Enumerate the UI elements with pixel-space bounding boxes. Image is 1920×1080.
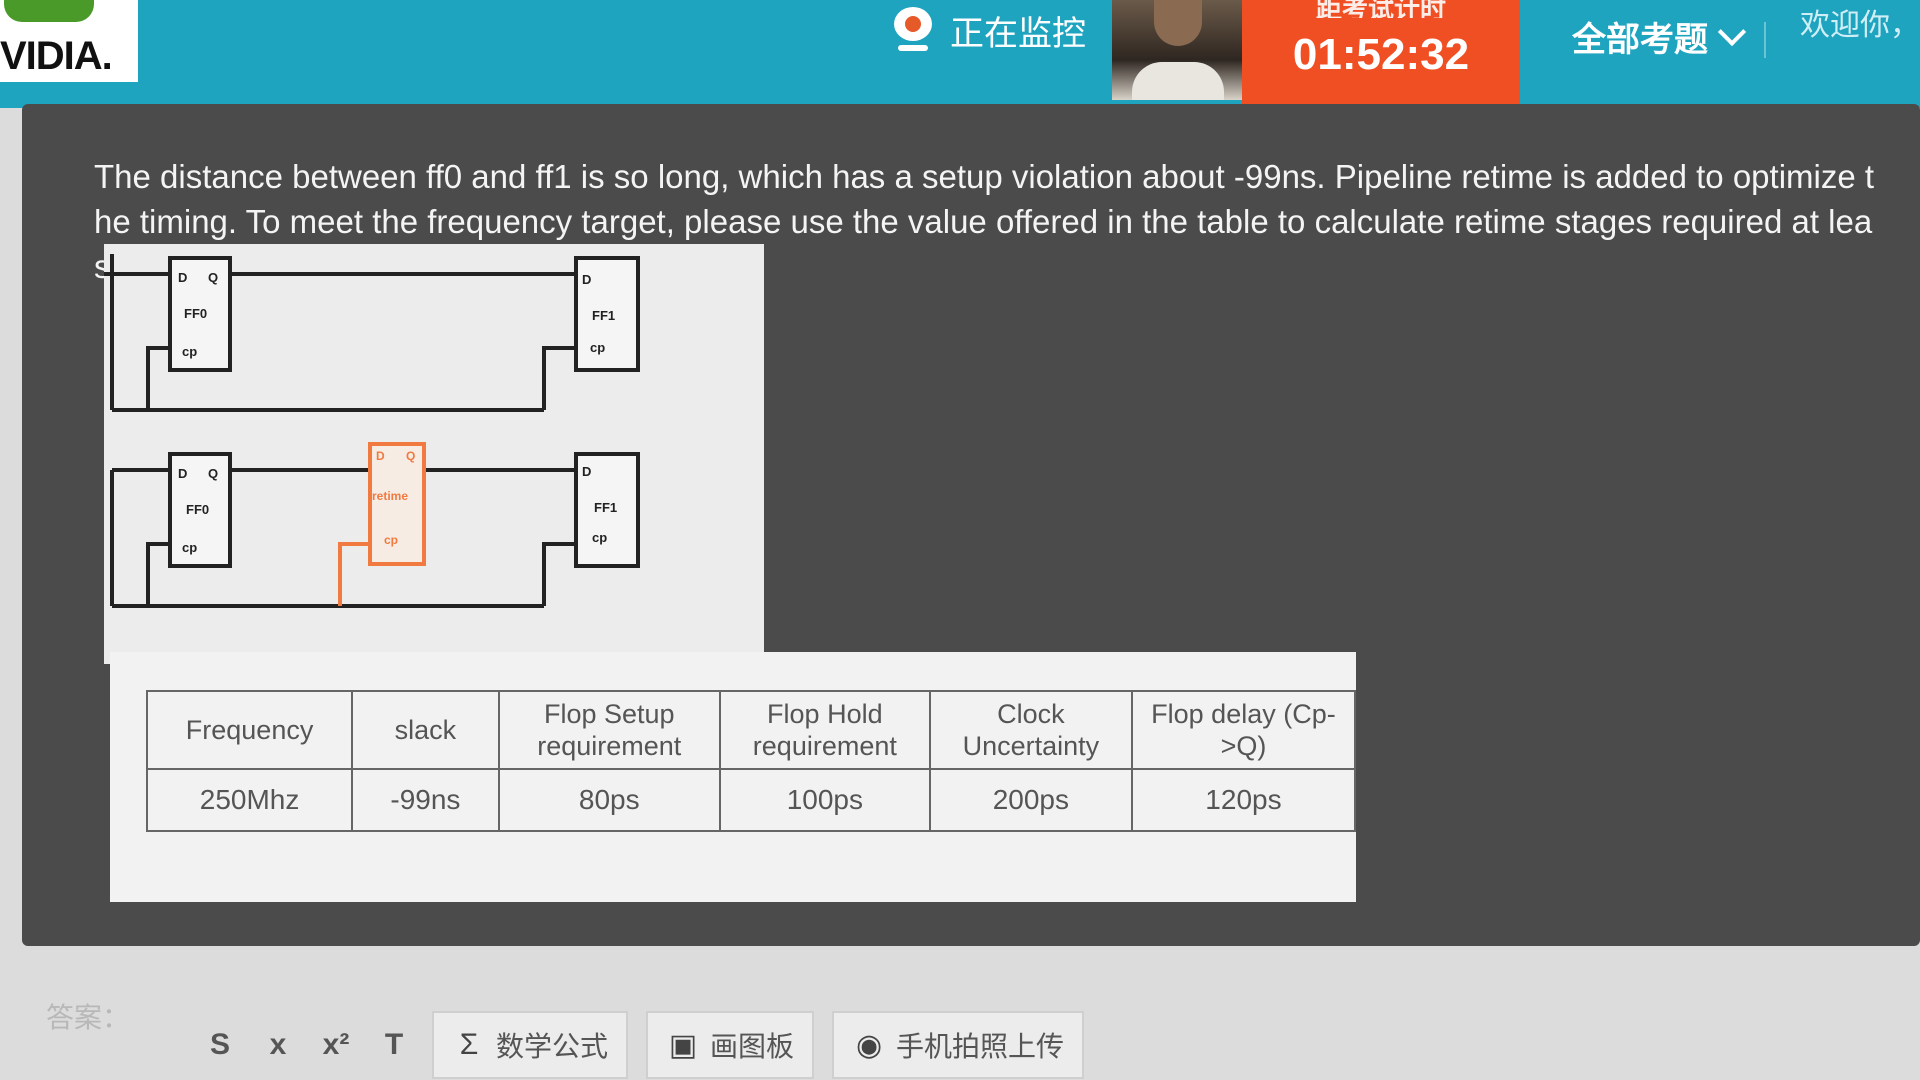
timer-label: 距考试计时 [1315,0,1446,18]
retime-pin-q: Q [406,449,415,463]
chevron-down-icon [1717,17,1747,46]
retime-label: retime [372,489,408,503]
phone-upload-button[interactable]: ◉ 手机拍照上传 [832,1011,1085,1079]
subscript-button[interactable]: x [258,1028,298,1062]
monitoring-label: 正在监控 [950,14,1086,53]
cell-uncertainty: 200ps [928,768,1133,832]
logo-eye-icon [4,0,94,22]
header-divider [1764,22,1766,58]
col-setup: Flop Setup requirement [497,690,721,770]
question-panel: The distance between ff0 and ff1 is so l… [22,104,1920,946]
all-questions-label: 全部考题 [1572,21,1708,59]
camera-icon: ◉ [855,1028,883,1062]
col-frequency: Frequency [145,690,354,770]
bottom-ff0-pin-q: Q [208,466,218,481]
timing-table: Frequency slack Flop Setup requirement F… [145,690,1357,832]
top-ff0-pin-d: D [178,270,187,285]
top-ff1-pin-d: D [582,272,591,287]
col-flop-delay: Flop delay (Cp->Q) [1130,690,1357,770]
phone-upload-label: 手机拍照上传 [896,1031,1065,1062]
math-formula-button[interactable]: Σ 数学公式 [432,1011,629,1079]
top-ff0-pin-cp: cp [182,344,197,359]
circuit-svg: D Q FF0 cp D FF1 cp D Q FF0 cp D FF1 cp … [104,254,640,608]
bottom-ff0-label: FF0 [186,502,209,517]
all-questions-dropdown[interactable]: 全部考题 [1572,12,1747,61]
timer-value: 01:52:32 [1292,30,1470,79]
welcome-text: 欢迎你，吴 [1800,9,1920,42]
cell-frequency: 250Mhz [145,768,354,832]
logo-text: VIDIA. [0,34,113,78]
company-logo: VIDIA. [0,0,138,82]
retime-pin-cp: cp [384,533,398,547]
top-ff0-label: FF0 [184,306,207,321]
pipeline-diagram: D Q FF0 cp D FF1 cp D Q FF0 cp D FF1 cp … [104,244,764,664]
answer-label: 答案： [46,1002,131,1033]
strikethrough-button[interactable]: S [200,1028,240,1062]
col-hold: Flop Hold requirement [718,690,931,770]
bottom-ff1-pin-cp: cp [592,530,607,545]
webcam-icon [890,7,936,53]
table-header-row: Frequency slack Flop Setup requirement F… [145,690,1357,770]
image-icon: ▣ [668,1028,698,1062]
col-slack: slack [351,690,500,770]
monitoring-status: 正在监控 [890,0,1086,60]
col-uncertainty: Clock Uncertainty [928,690,1133,770]
top-ff0-pin-q: Q [208,270,218,285]
exam-timer: 距考试计时 01:52:32 [1242,0,1520,106]
cell-setup: 80ps [497,768,721,832]
editor-toolbar: S x x² T Σ 数学公式 ▣ 画图板 ◉ 手机拍照上传 [200,1010,1085,1080]
table-row: 250Mhz -99ns 80ps 100ps 200ps 120ps [145,768,1357,832]
timing-table-card: Frequency slack Flop Setup requirement F… [110,652,1357,902]
top-ff1-label: FF1 [592,308,615,323]
clear-format-button[interactable]: T [374,1028,414,1062]
bottom-ff1-label: FF1 [594,500,617,515]
retime-pin-d: D [376,449,385,463]
superscript-button[interactable]: x² [316,1028,356,1062]
cell-slack: -99ns [351,768,500,832]
math-formula-label: 数学公式 [496,1031,609,1062]
top-ff1-pin-cp: cp [590,340,605,355]
sigma-icon: Σ [459,1028,479,1061]
drawing-board-label: 画图板 [710,1031,795,1062]
top-header: VIDIA. 正在监控 距考试计时 01:52:32 全部考题 欢迎你，吴 [0,0,1920,108]
bottom-ff0-pin-cp: cp [182,540,197,555]
cell-flop-delay: 120ps [1130,768,1357,832]
cell-hold: 100ps [718,768,931,832]
bottom-ff1-pin-d: D [582,464,591,479]
webcam-preview [1112,0,1242,100]
drawing-board-button[interactable]: ▣ 画图板 [646,1011,815,1079]
bottom-ff0-pin-d: D [178,466,187,481]
